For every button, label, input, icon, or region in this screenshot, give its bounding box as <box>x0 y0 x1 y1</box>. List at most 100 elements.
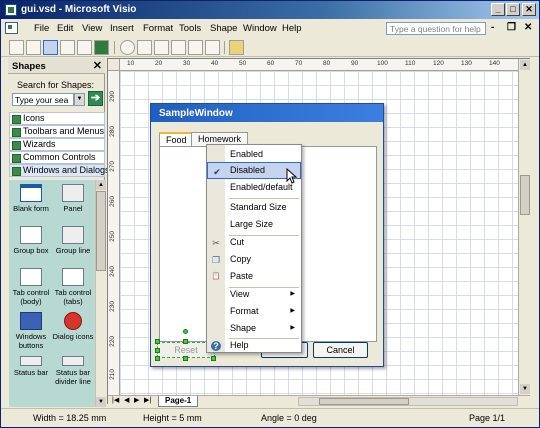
scroll-thumb[interactable] <box>319 398 409 405</box>
stencil-windows-dialogs[interactable]: Windows and Dialogs <box>9 164 110 177</box>
drawing-vertical-scrollbar[interactable]: ▲ ▼ <box>518 59 530 395</box>
master-blank-form[interactable]: Blank form <box>10 184 52 214</box>
tab-food[interactable]: Food <box>159 132 194 147</box>
master-windows-buttons[interactable]: Windows buttons <box>10 312 52 350</box>
menu-item-enabled[interactable]: Enabled <box>207 146 301 163</box>
flag-icon[interactable] <box>188 40 203 55</box>
selection-handle[interactable] <box>155 356 160 361</box>
menu-item-shape[interactable]: Shape ▶ <box>207 320 301 337</box>
menu-tools[interactable]: Tools <box>179 23 201 34</box>
last-page-button[interactable]: ▶| <box>144 396 151 404</box>
menu-help[interactable]: Help <box>282 23 302 34</box>
doc-restore-button[interactable]: ❐ <box>507 22 516 33</box>
minimize-button[interactable]: _ <box>491 3 505 16</box>
maximize-button[interactable]: □ <box>506 3 520 16</box>
visio-app-icon[interactable] <box>5 4 17 16</box>
document-icon[interactable] <box>5 22 18 34</box>
menu-format[interactable]: Format <box>143 23 173 34</box>
master-label: Status bar divider line <box>55 368 91 386</box>
doc-close-button[interactable]: ✕ <box>524 22 532 33</box>
doc-minimize-button[interactable]: - <box>491 22 494 33</box>
zoom-icon[interactable] <box>120 40 135 55</box>
ruler-label: 210 <box>109 369 116 380</box>
master-tab-control-body[interactable]: Tab control (body) <box>10 268 52 306</box>
app-icon[interactable] <box>94 40 109 55</box>
stencil-scrollbar[interactable]: ▲ ▼ <box>95 180 106 407</box>
menu-item-label: Enabled/default <box>230 182 293 192</box>
menu-item-copy[interactable]: ❐ Copy <box>207 251 301 268</box>
window-icon[interactable] <box>205 40 220 55</box>
stencil-icons[interactable]: Icons <box>9 112 105 125</box>
menu-item-view[interactable]: View ▶ <box>207 286 301 303</box>
search-go-button[interactable]: ➔ <box>88 91 103 106</box>
menu-item-format[interactable]: Format ▶ <box>207 303 301 320</box>
window-title: gui.vsd - Microsoft Visio <box>21 4 137 15</box>
menu-edit[interactable]: Edit <box>57 23 73 34</box>
scroll-up-button[interactable]: ▲ <box>96 180 106 190</box>
selection-handle[interactable] <box>155 339 160 344</box>
master-panel[interactable]: Panel <box>52 184 94 214</box>
prev-page-button[interactable]: ◀ <box>124 396 129 404</box>
paste-icon: 📋 <box>211 273 221 280</box>
status-bar-icon <box>20 356 42 366</box>
close-button[interactable]: ✕ <box>522 3 536 16</box>
scroll-thumb[interactable] <box>96 191 106 271</box>
ask-question-input[interactable]: Type a question for help <box>386 22 486 35</box>
stencil-wizards[interactable]: Wizards <box>9 138 105 151</box>
scroll-down-button[interactable]: ▼ <box>96 397 106 407</box>
scroll-thumb[interactable] <box>520 175 530 215</box>
page-tab[interactable]: Page-1 <box>158 396 199 407</box>
help-icon: ? <box>211 341 221 351</box>
title-bar: gui.vsd - Microsoft Visio _ □ ✕ <box>1 1 539 19</box>
ruler-label: 120 <box>433 60 444 67</box>
shapes-pane-close-button[interactable]: ✕ <box>93 59 102 72</box>
page-icon[interactable] <box>77 40 92 55</box>
menu-item-help[interactable]: ? Help <box>207 337 301 354</box>
ruler-corner[interactable] <box>108 59 120 71</box>
master-group-box[interactable]: Group box <box>10 226 52 256</box>
scroll-down-button[interactable]: ▼ <box>520 384 530 394</box>
drawing-window: 10 20 30 40 50 60 70 80 90 100 110 120 1… <box>107 58 530 407</box>
vertical-ruler[interactable]: 290 280 270 260 250 240 230 220 210 <box>108 71 120 395</box>
first-page-button[interactable]: |◀ <box>112 396 119 404</box>
master-status-bar-divider[interactable]: Status bar divider line <box>52 356 94 386</box>
menu-item-paste[interactable]: 📋 Paste <box>207 268 301 285</box>
selection-handle[interactable] <box>211 356 216 361</box>
selection-handle[interactable] <box>183 339 188 344</box>
cancel-button[interactable]: Cancel <box>313 342 368 358</box>
master-status-bar[interactable]: Status bar <box>10 356 52 378</box>
master-group-line[interactable]: Group line <box>52 226 94 256</box>
scroll-up-button[interactable]: ▲ <box>520 60 530 70</box>
horizontal-ruler[interactable]: 10 20 30 40 50 60 70 80 90 100 110 120 1… <box>120 59 518 71</box>
selection-handle[interactable] <box>183 356 188 361</box>
selection-handle[interactable] <box>155 348 160 353</box>
search-dropdown-button[interactable]: ▼ <box>74 93 85 106</box>
next-page-button[interactable]: ▶ <box>134 396 139 404</box>
grid-icon[interactable] <box>26 40 41 55</box>
rotation-handle[interactable] <box>183 329 188 334</box>
menu-window[interactable]: Window <box>243 23 277 34</box>
menu-item-cut[interactable]: ✂ Cut <box>207 234 301 251</box>
layout-icon[interactable] <box>43 40 58 55</box>
master-tab-control-tabs[interactable]: Tab control (tabs) <box>52 268 94 306</box>
menu-item-large-size[interactable]: Large Size <box>207 216 301 233</box>
drawing-horizontal-scrollbar[interactable] <box>298 397 518 406</box>
page-tab-bar: |◀ ◀ ▶ ▶| Page-1 <box>108 395 530 407</box>
menu-view[interactable]: View <box>82 23 102 34</box>
connector-icon[interactable] <box>154 40 169 55</box>
menu-item-standard-size[interactable]: Standard Size <box>207 199 301 216</box>
menu-shape[interactable]: Shape <box>210 23 237 34</box>
shapes-pane-title: Shapes <box>12 61 46 72</box>
master-dialog-icons[interactable]: Dialog icons <box>52 312 94 342</box>
stencil-common-controls[interactable]: Common Controls <box>9 151 105 164</box>
menu-insert[interactable]: Insert <box>110 23 134 34</box>
stencil-toolbars-menus[interactable]: Toolbars and Menus <box>9 125 105 138</box>
ruler-label: 20 <box>155 60 163 67</box>
frame-icon[interactable] <box>60 40 75 55</box>
menu-file[interactable]: File <box>34 23 49 34</box>
ui-toolbar-icon[interactable] <box>9 40 24 55</box>
form-icon[interactable] <box>171 40 186 55</box>
search-shapes-input[interactable]: Type your sea <box>12 93 74 106</box>
insert-shape-icon[interactable] <box>137 40 152 55</box>
paint-icon[interactable] <box>229 40 244 55</box>
